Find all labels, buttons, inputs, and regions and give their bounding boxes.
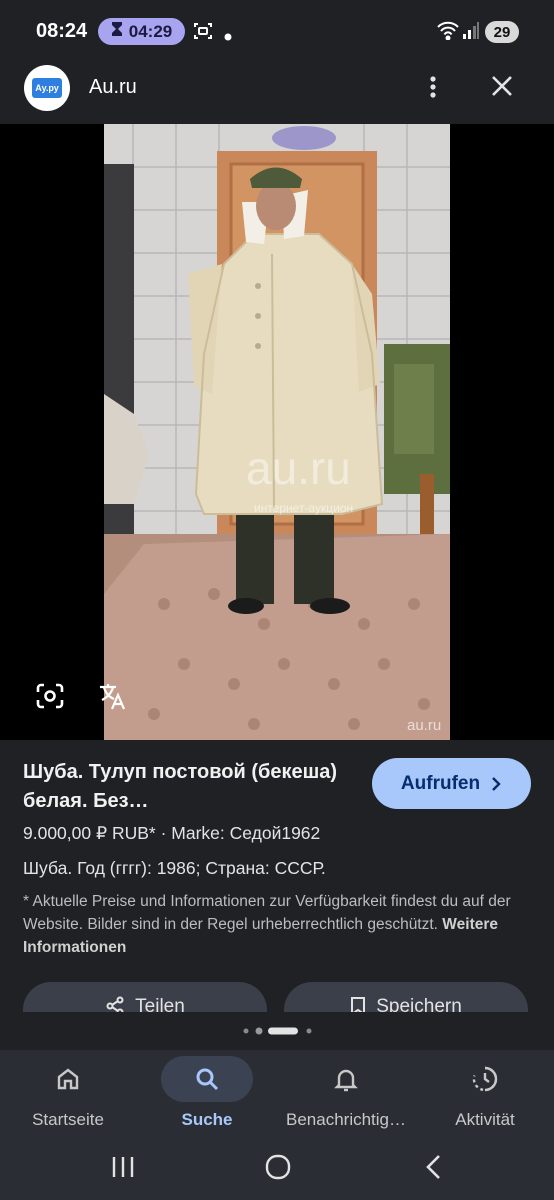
nav-search[interactable]: Suche <box>161 1050 253 1138</box>
share-button[interactable]: Teilen <box>23 982 267 1012</box>
site-logo: Ау.ру <box>24 65 70 111</box>
nav-home-label: Startseite <box>32 1110 104 1129</box>
screenshot-icon <box>192 20 214 47</box>
product-photo[interactable]: au.ru интернет-аукцион au.ru <box>104 124 450 740</box>
back-icon[interactable] <box>424 1154 442 1180</box>
timer-value: 04:29 <box>128 21 173 41</box>
app-header: Ау.ру Au.ru <box>0 62 554 124</box>
close-icon <box>492 76 512 96</box>
search-icon <box>196 1068 219 1091</box>
share-icon <box>106 996 124 1012</box>
open-button-label: Aufrufen <box>400 772 481 794</box>
recent-apps-icon[interactable] <box>110 1155 136 1179</box>
result-description: Шуба. Год (гггг): 1986; Страна: СССР. <box>23 858 326 878</box>
chevron-right-icon <box>492 776 501 791</box>
nav-search-label: Suche <box>181 1110 233 1129</box>
save-button[interactable]: Speichern <box>284 982 528 1012</box>
page-indicator <box>0 1023 554 1035</box>
dot-icon <box>224 28 232 46</box>
photo-corner-mark: au.ru <box>407 717 441 734</box>
wifi-icon <box>436 20 460 45</box>
disclaimer-text: * Aktuelle Preise und Informationen zur … <box>23 893 511 933</box>
nav-notifications-label: Benachrichtig… <box>286 1110 407 1129</box>
nav-home[interactable]: Startseite <box>22 1050 114 1138</box>
price-brand-line: 9.000,00 ₽ RUB* · Marke: Седой1962 <box>23 823 321 843</box>
lens-search-button[interactable] <box>30 676 70 716</box>
open-button[interactable]: Aufrufen <box>372 758 531 809</box>
action-buttons: Teilen Speichern <box>0 982 554 1012</box>
lens-icon <box>36 683 64 709</box>
battery-level: 29 <box>493 23 511 41</box>
translate-icon <box>100 684 126 710</box>
status-time: 08:24 <box>36 20 88 42</box>
save-label: Speichern <box>376 996 462 1012</box>
result-details: Шуба. Тулуп постовой (бекеша) белая. Без… <box>0 740 554 1050</box>
nav-activity[interactable]: Aktivität <box>439 1050 531 1138</box>
share-label: Teilen <box>135 996 185 1012</box>
home-button-icon[interactable] <box>265 1154 291 1180</box>
site-name[interactable]: Au.ru <box>89 76 137 99</box>
system-navigation-bar <box>0 1138 554 1200</box>
image-viewer[interactable]: au.ru интернет-аукцион au.ru <box>0 124 554 740</box>
hourglass-icon <box>111 21 123 42</box>
status-bar: 08:24 04:29 29 <box>0 0 554 62</box>
photo-watermark: au.ru <box>246 442 351 494</box>
more-vert-icon <box>430 76 436 98</box>
timer-pill[interactable]: 04:29 <box>98 18 185 45</box>
bottom-navigation: Startseite Suche Benachrichtig… Aktivitä… <box>0 1050 554 1138</box>
result-title[interactable]: Шуба. Тулуп постовой (бекеша) белая. Без… <box>23 758 343 816</box>
disclaimer-note: * Aktuelle Preise und Informationen zur … <box>23 890 528 959</box>
photo-watermark-sub: интернет-аукцион <box>254 501 353 515</box>
site-logo-text: Ау.ру <box>32 78 62 98</box>
nav-notifications[interactable]: Benachrichtig… <box>286 1050 406 1138</box>
battery-indicator: 29 <box>485 21 519 43</box>
home-icon <box>57 1068 79 1090</box>
activity-icon <box>472 1066 498 1092</box>
signal-icon <box>462 20 480 45</box>
bookmark-icon <box>351 997 366 1012</box>
close-button[interactable] <box>488 72 516 100</box>
translate-button[interactable] <box>92 676 132 716</box>
nav-activity-label: Aktivität <box>455 1110 515 1129</box>
bell-icon <box>334 1069 358 1092</box>
more-options-button[interactable] <box>420 74 446 100</box>
